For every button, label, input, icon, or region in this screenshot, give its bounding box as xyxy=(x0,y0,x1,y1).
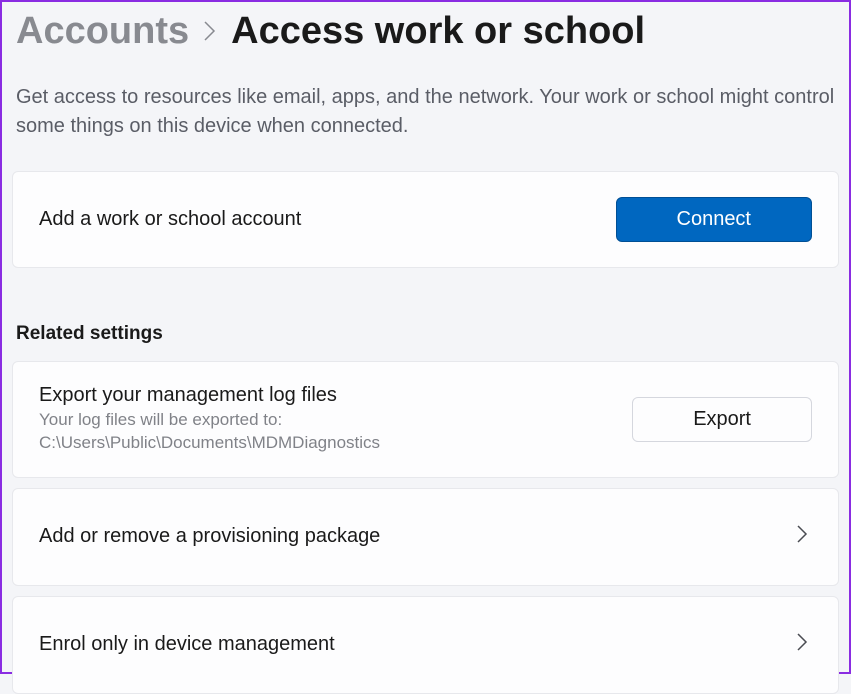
add-account-card: Add a work or school account Connect xyxy=(12,171,839,268)
provisioning-package-link[interactable]: Add or remove a provisioning package xyxy=(12,488,839,586)
export-logs-subtitle: Your log files will be exported to: C:\U… xyxy=(39,409,539,455)
breadcrumb-parent[interactable]: Accounts xyxy=(16,10,189,53)
breadcrumb: Accounts Access work or school xyxy=(12,2,839,63)
add-account-title: Add a work or school account xyxy=(39,208,301,231)
enrol-device-management-link[interactable]: Enrol only in device management xyxy=(12,596,839,694)
chevron-right-icon xyxy=(796,524,808,550)
export-logs-card: Export your management log files Your lo… xyxy=(12,361,839,478)
export-button[interactable]: Export xyxy=(632,397,812,442)
chevron-right-icon xyxy=(203,20,217,48)
provisioning-title: Add or remove a provisioning package xyxy=(39,525,380,548)
export-logs-title: Export your management log files xyxy=(39,384,539,407)
connect-button[interactable]: Connect xyxy=(616,197,813,242)
chevron-right-icon xyxy=(796,632,808,658)
page-description: Get access to resources like email, apps… xyxy=(12,63,839,171)
related-settings-heading: Related settings xyxy=(12,278,839,361)
breadcrumb-current: Access work or school xyxy=(231,10,645,53)
enrol-title: Enrol only in device management xyxy=(39,633,335,656)
